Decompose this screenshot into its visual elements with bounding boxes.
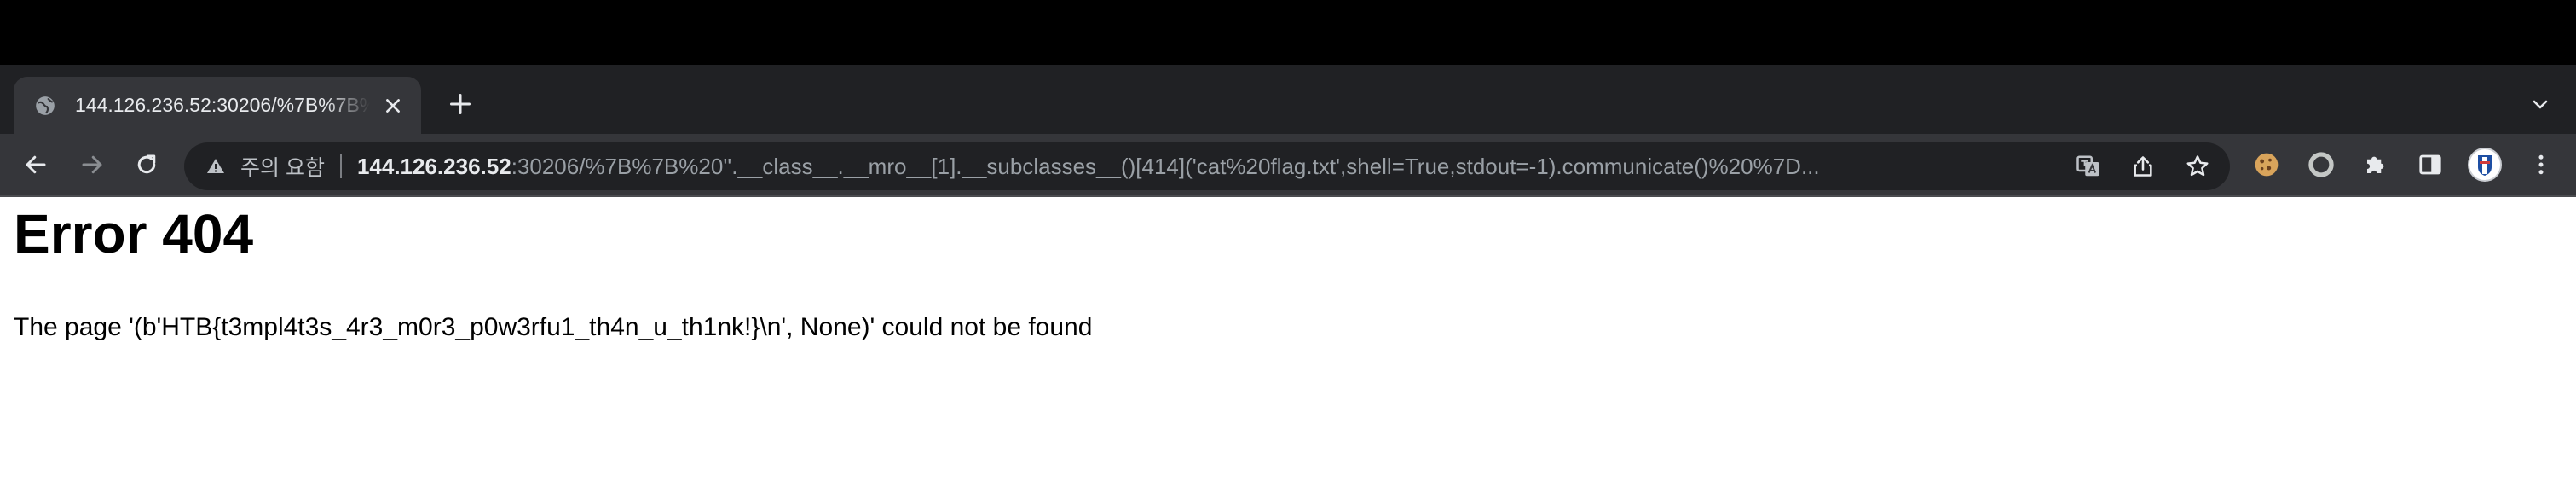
profile-button[interactable] [2467,147,2503,186]
forward-button[interactable] [75,149,109,183]
cookie-extension-button[interactable] [2249,148,2284,184]
chevron-down-icon [2530,94,2550,119]
arrow-left-icon [23,152,49,182]
puzzle-icon [2363,152,2388,182]
cookie-icon [2253,151,2280,183]
tab-title: 144.126.236.52:30206/%7B%7B%20 [75,94,370,116]
star-icon[interactable] [2180,149,2215,183]
security-label[interactable]: 주의 요함 [240,151,325,182]
url-text[interactable]: 144.126.236.52:30206/%7B%7B%20''.__class… [357,154,2036,180]
warning-triangle-icon[interactable] [205,155,227,177]
error-heading: Error 404 [14,203,254,264]
globe-icon [32,93,58,119]
translate-icon[interactable] [2071,149,2105,183]
kebab-menu-icon [2528,152,2554,182]
address-bar[interactable]: 주의 요함 144.126.236.52:30206/%7B%7B%20''._… [184,142,2230,190]
browser-tab-active[interactable]: 144.126.236.52:30206/%7B%7B%20 [14,77,421,134]
avatar [2468,147,2502,186]
close-icon[interactable] [380,93,406,119]
omnibox-actions [2051,149,2215,183]
url-host: 144.126.236.52 [356,153,511,179]
extensions-button[interactable] [2358,148,2394,184]
new-tab-button[interactable] [443,89,477,123]
side-panel-button[interactable] [2412,148,2448,184]
reload-button[interactable] [130,149,164,183]
plus-icon [448,92,472,120]
arrow-right-icon [79,152,105,182]
menu-button[interactable] [2523,148,2559,184]
omnibox-divider [339,154,342,178]
reload-icon [134,152,159,182]
page-content: Error 404 The page '(b'HTB{t3mpl4t3s_4r3… [0,197,2576,488]
circle-extension-button[interactable] [2303,148,2339,184]
tab-search-button[interactable] [2523,89,2557,123]
share-icon[interactable] [2126,149,2160,183]
circle-icon [2307,151,2335,183]
side-panel-icon [2417,152,2443,182]
back-button[interactable] [19,149,53,183]
error-message: The page '(b'HTB{t3mpl4t3s_4r3_m0r3_p0w3… [14,313,1093,341]
window-titlebar [0,0,2576,65]
url-path: :30206/%7B%7B%20''.__class__.__mro__[1].… [511,153,1820,179]
